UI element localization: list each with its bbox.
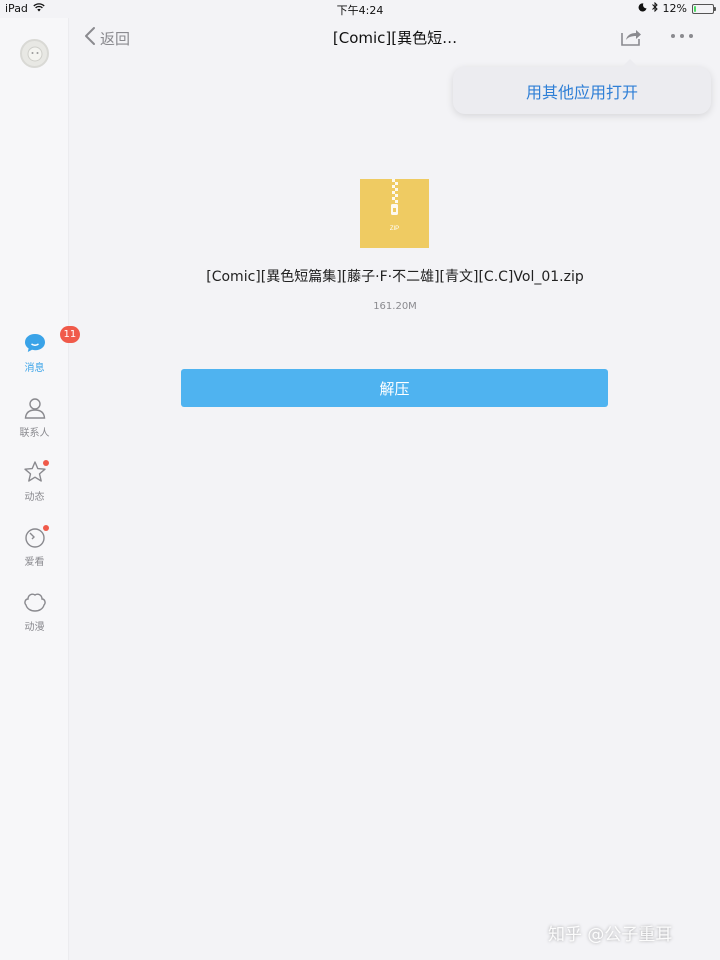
new-dot: [42, 460, 49, 466]
star-icon: [22, 459, 49, 485]
more-dot: [680, 34, 684, 38]
bluetooth-icon: [651, 1, 658, 15]
zipper-icon: ZIP: [390, 179, 399, 232]
share-button[interactable]: [619, 25, 643, 47]
sidebar-item-messages[interactable]: 11 消息: [0, 326, 81, 374]
sidebar-item-feed[interactable]: 动态: [0, 459, 69, 503]
sidebar-item-label: 动漫: [24, 622, 45, 633]
extract-label: 解压: [379, 379, 410, 398]
sidebar-item-label: 联系人: [19, 428, 50, 439]
sidebar-item-label: 动态: [24, 492, 45, 503]
watermark: 知乎 @公子重耳: [548, 925, 673, 945]
avatar-face-icon: [27, 46, 42, 61]
file-size: 161.20M: [373, 301, 417, 312]
sidebar-item-label: 消息: [24, 363, 45, 374]
battery-level: [694, 5, 697, 12]
watch-icon: [22, 524, 49, 550]
sidebar-item-watch[interactable]: 爱看: [0, 524, 69, 568]
zip-icon-label: ZIP: [390, 226, 399, 232]
contacts-icon: [22, 395, 48, 421]
battery-percent: 12%: [662, 2, 687, 15]
extract-button[interactable]: 解压: [181, 369, 608, 407]
new-dot: [42, 525, 49, 531]
comic-icon: [22, 589, 48, 615]
battery-icon: [692, 3, 716, 14]
more-dot: [689, 34, 693, 38]
open-with-label: 用其他应用打开: [525, 82, 638, 102]
sidebar-item-comic[interactable]: 动漫: [0, 589, 69, 633]
status-bar: iPad 下午4:24 12%: [0, 0, 720, 18]
status-time: 下午4:24: [336, 4, 384, 17]
sidebar-item-contacts[interactable]: 联系人: [0, 395, 69, 439]
nav-header: 返回 [Comic][異色短…: [70, 18, 720, 56]
zip-file-icon: ZIP: [360, 179, 429, 248]
status-right: 12%: [638, 1, 716, 15]
moon-icon: [638, 2, 647, 15]
more-dot: [671, 34, 675, 38]
file-name: [Comic][異色短篇集][藤子·F·不二雄][青文][C.C]Vol_01.…: [206, 269, 584, 285]
sidebar: 11 消息 联系人 动态 爱看 动漫: [0, 18, 81, 960]
unread-badge: 11: [59, 326, 81, 343]
message-icon: 11: [22, 326, 81, 356]
sidebar-item-label: 爱看: [24, 557, 45, 568]
open-with-popover[interactable]: 用其他应用打开: [453, 59, 711, 114]
more-button[interactable]: [667, 27, 697, 45]
share-icon: [621, 30, 641, 46]
avatar[interactable]: [20, 39, 49, 68]
